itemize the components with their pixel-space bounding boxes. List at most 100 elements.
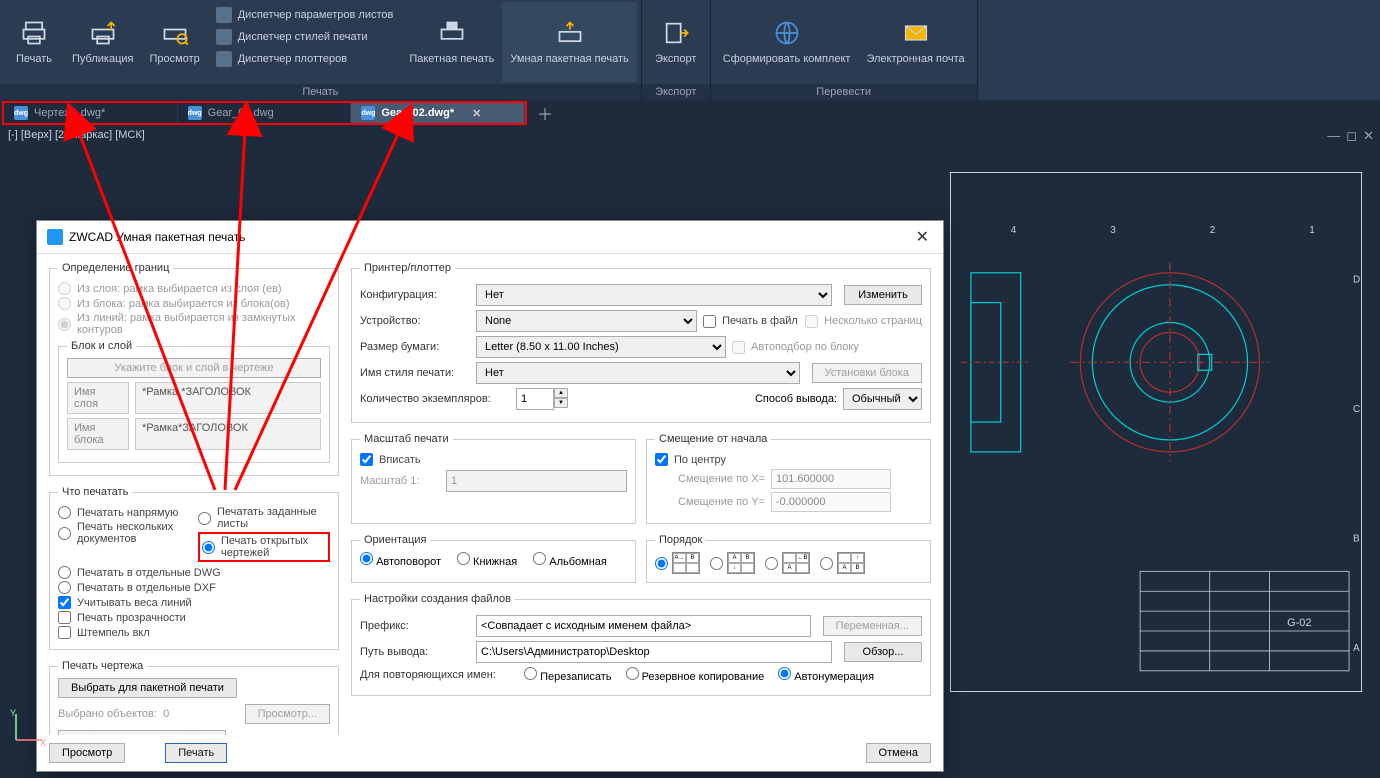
maximize-icon[interactable]: ◻	[1346, 128, 1357, 144]
globe-icon	[771, 17, 803, 49]
border-from-lines-radio: Из линий: рамка выбирается из замкнутых …	[58, 312, 330, 336]
orient-landscape-radio[interactable]: Альбомная	[533, 552, 607, 568]
dialog-close-button[interactable]: ✕	[912, 227, 933, 247]
device-select[interactable]: None	[476, 310, 697, 332]
device-label: Устройство:	[360, 315, 470, 327]
plotter-manager[interactable]: Диспетчер плоттеров	[210, 48, 400, 70]
prefix-label: Префикс:	[360, 620, 470, 632]
plotstyle-label: Имя стиля печати:	[360, 367, 470, 379]
printer-icon	[18, 17, 50, 49]
orientation-group: Ориентация Автоповорот Книжная Альбомная	[351, 534, 636, 583]
svg-text:D: D	[1353, 275, 1360, 286]
svg-text:1: 1	[1309, 225, 1315, 236]
block-name-value: *Рамка*ЗАГОЛОВОК	[135, 418, 321, 450]
file-tab[interactable]: dwgЧертеж1.dwg*	[4, 103, 178, 123]
border-from-layer-radio: Из слоя: рамка выбирается из слоя (ев)	[58, 282, 330, 295]
svg-text:4: 4	[1011, 225, 1017, 236]
email-icon	[900, 17, 932, 49]
printer-plotter-group: Принтер/плоттер Конфигурация:НетИзменить…	[351, 262, 931, 423]
smart-batch-print-dialog: ZWCAD Умная пакетная печать ✕ Определени…	[36, 220, 944, 772]
orient-portrait-radio[interactable]: Книжная	[457, 552, 517, 568]
center-checkbox[interactable]: По центру	[655, 453, 922, 466]
order-option-3[interactable]: ←BA	[765, 552, 810, 574]
copies-stepper[interactable]: ▲▼	[516, 388, 568, 410]
minimize-icon[interactable]: —	[1327, 128, 1340, 144]
stamp-on-checkbox[interactable]: Штемпель вкл	[58, 626, 330, 639]
print-direct-radio[interactable]: Печатать напрямую	[58, 506, 190, 519]
edit-config-button[interactable]: Изменить	[844, 285, 922, 305]
close-icon[interactable]: ✕	[472, 107, 481, 120]
orient-auto-radio[interactable]: Автоповорот	[360, 552, 441, 568]
dwg-icon: dwg	[14, 106, 28, 120]
svg-text:A: A	[1353, 643, 1360, 654]
block-name-label: Имя блока	[67, 418, 129, 450]
drawing-print-group: Печать чертежа Выбрать для пакетной печа…	[49, 660, 339, 735]
output-mode-label: Способ вывода:	[755, 393, 837, 405]
plot-style-manager[interactable]: Диспетчер стилей печати	[210, 26, 400, 48]
file-tab-bar: dwgЧертеж1.dwg* dwgGear_01.dwg dwgGear_0…	[2, 101, 527, 125]
config-select[interactable]: Нет	[476, 284, 832, 306]
autonumber-radio[interactable]: Автонумерация	[778, 667, 874, 683]
backup-radio[interactable]: Резервное копирование	[626, 667, 765, 683]
page-icon	[216, 7, 232, 23]
preview-icon	[159, 17, 191, 49]
file-generation-group: Настройки создания файлов Префикс:Переме…	[351, 593, 931, 696]
file-tab[interactable]: dwgGear_01.dwg	[178, 103, 352, 123]
offset-x-input	[771, 469, 891, 489]
print-given-sheets-radio[interactable]: Печатать заданные листы	[198, 506, 330, 530]
print-to-dwg-radio[interactable]: Печатать в отдельные DWG	[58, 566, 330, 579]
batch-print-button[interactable]: PLTПакетная печать	[401, 2, 502, 82]
prefix-input[interactable]	[476, 615, 811, 637]
paper-size-select[interactable]: Letter (8.50 x 11.00 Inches)	[476, 336, 726, 358]
ribbon-group-label: Экспорт	[642, 84, 710, 100]
close-icon[interactable]: ✕	[1363, 128, 1374, 144]
overwrite-radio[interactable]: Перезаписать	[524, 667, 612, 683]
multi-page-checkbox: Несколько страниц	[805, 315, 922, 328]
layer-name-value: *Рамка,*ЗАГОЛОВОК	[135, 382, 321, 414]
export-icon	[660, 17, 692, 49]
file-tab[interactable]: dwgGear_02.dwg*✕	[351, 103, 525, 123]
scale-input	[446, 470, 627, 492]
select-for-batch-button[interactable]: Выбрать для пакетной печати	[58, 678, 237, 698]
offset-x-label: Смещение по X=	[655, 473, 765, 485]
offset-group: Смещение от начала По центру Смещение по…	[646, 433, 931, 524]
page-setup-manager[interactable]: Диспетчер параметров листов	[210, 4, 400, 26]
publish-button[interactable]: Публикация	[64, 2, 141, 82]
ucs-icon: Y X	[8, 708, 48, 748]
email-button[interactable]: Электронная почта	[858, 2, 972, 82]
preview-button[interactable]: Просмотр	[141, 2, 207, 82]
plot-style-select[interactable]: Нет	[476, 362, 800, 384]
output-path-label: Путь вывода:	[360, 646, 470, 658]
svg-text:X: X	[40, 738, 46, 748]
autofit-block-checkbox: Автоподбор по блоку	[732, 341, 922, 354]
new-tab-button[interactable]: ＋	[535, 103, 555, 123]
browse-button[interactable]: Обзор...	[844, 642, 922, 662]
smart-batch-print-button[interactable]: Умная пакетная печать	[502, 2, 636, 82]
ribbon-group-print: Печать Публикация Просмотр Диспетчер пар…	[0, 0, 642, 100]
footer-preview-button[interactable]: Просмотр	[49, 743, 125, 763]
ribbon-group-export: Экспорт Экспорт	[642, 0, 711, 100]
print-to-dxf-radio[interactable]: Печатать в отдельные DXF	[58, 581, 330, 594]
print-confirm-button[interactable]: Печать	[165, 743, 227, 763]
dialog-title: ZWCAD Умная пакетная печать	[69, 230, 245, 244]
order-option-4[interactable]: ↑AB	[820, 552, 865, 574]
print-to-file-checkbox[interactable]: Печать в файл	[703, 315, 799, 328]
app-logo-icon	[47, 229, 63, 245]
print-transparency-checkbox[interactable]: Печать прозрачности	[58, 611, 330, 624]
cancel-button[interactable]: Отмена	[866, 743, 931, 763]
variable-button: Переменная...	[823, 616, 922, 636]
border-from-block-radio: Из блока: рамка выбирается из блока(ов)	[58, 297, 330, 310]
output-mode-select[interactable]: Обычный	[843, 388, 922, 410]
print-button[interactable]: Печать	[4, 2, 64, 82]
output-path-input[interactable]	[476, 641, 832, 663]
dwg-icon: dwg	[361, 106, 375, 120]
etransmit-button[interactable]: Сформировать комплект	[715, 2, 859, 82]
export-button[interactable]: Экспорт	[646, 2, 706, 82]
order-option-2[interactable]: AB↓	[710, 552, 755, 574]
order-option-1[interactable]: A→B	[655, 552, 700, 574]
fit-checkbox[interactable]: Вписать	[360, 453, 627, 466]
print-several-docs-radio[interactable]: Печать нескольких документов	[58, 521, 190, 545]
use-lineweights-checkbox[interactable]: Учитывать веса линий	[58, 596, 330, 609]
print-open-drawings-radio[interactable]: Печать открытых чертежей	[198, 532, 330, 562]
ribbon-group-label: Перевести	[711, 84, 977, 100]
